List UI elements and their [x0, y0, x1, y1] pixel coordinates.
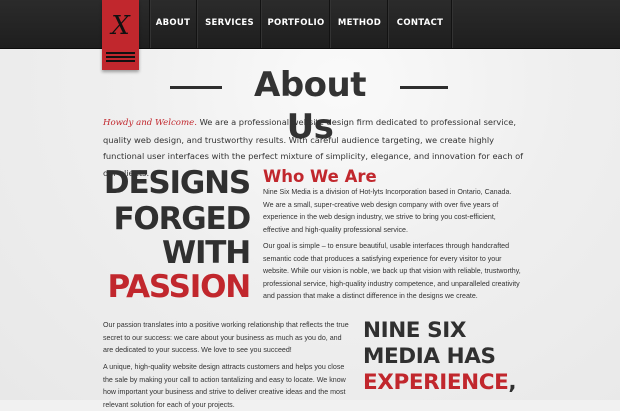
slogan-line-4: PASSION	[107, 269, 251, 305]
who-paragraph-2: Our goal is simple – to ensure beautiful…	[263, 242, 521, 301]
experience-word: EXPERIENCE	[363, 370, 509, 395]
experience-line-3: EXPERIENCE,	[363, 370, 523, 396]
nav-services[interactable]: SERVICES	[198, 0, 261, 48]
nav-divider	[451, 0, 453, 48]
who-we-are-heading: Who We Are	[263, 167, 377, 186]
nav-contact[interactable]: CONTACT	[389, 0, 451, 48]
nav-method[interactable]: METHOD	[331, 0, 388, 48]
logo-stripe	[106, 56, 135, 58]
experience-comma: ,	[508, 370, 517, 395]
intro-lead: Howdy and Welcome.	[103, 118, 197, 128]
passion-paragraph-2: A unique, high-quality website design at…	[103, 363, 346, 409]
passion-paragraph-1: Our passion translates into a positive w…	[103, 321, 349, 355]
title-rule-left	[170, 86, 222, 89]
nav-portfolio[interactable]: PORTFOLIO	[262, 0, 330, 48]
who-paragraph-1: Nine Six Media is a division of Hot-lyts…	[263, 188, 512, 234]
title-rule-right	[400, 86, 448, 89]
logo-stripe	[106, 60, 135, 62]
slogan-line-3: WITH	[161, 235, 251, 271]
slogan-line-2: FORGED	[113, 201, 251, 237]
top-navbar: ABOUT SERVICES PORTFOLIO METHOD CONTACT	[0, 0, 620, 49]
logo-letter: X	[111, 11, 130, 41]
experience-line-1: NINE SIX	[363, 318, 467, 343]
logo-stripe	[106, 52, 135, 54]
nav-about[interactable]: ABOUT	[150, 0, 196, 48]
experience-line-2: MEDIA HAS	[363, 344, 496, 369]
site-logo[interactable]: X	[102, 0, 139, 70]
slogan-line-1: DESIGNS	[103, 165, 251, 201]
